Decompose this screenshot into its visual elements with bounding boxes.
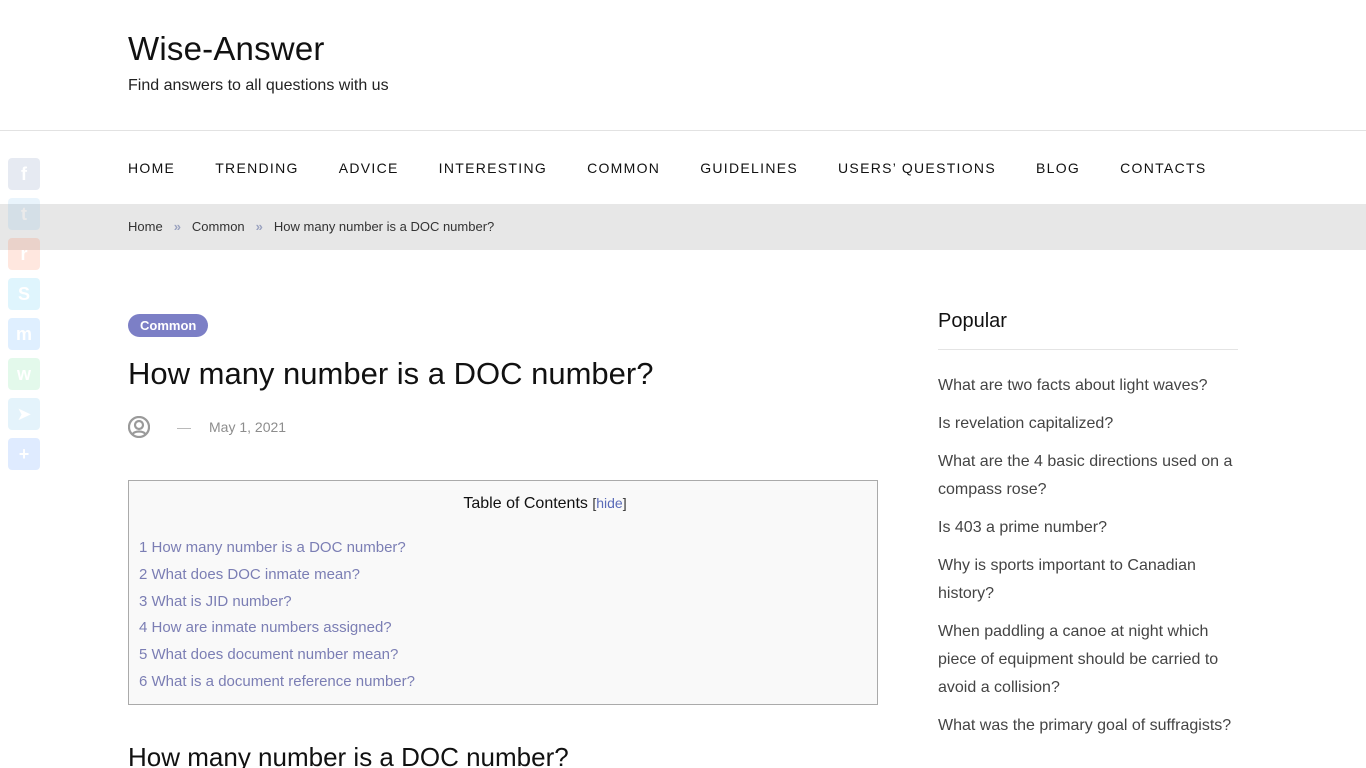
site-title[interactable]: Wise-Answer xyxy=(128,30,325,68)
whatsapp-share-icon[interactable]: w xyxy=(8,358,40,390)
popular-item[interactable]: Is 403 a prime number? xyxy=(938,514,1238,542)
breadcrumb-current: How many number is a DOC number? xyxy=(273,219,495,234)
more-share-icon[interactable]: + xyxy=(8,438,40,470)
site-tagline: Find answers to all questions with us xyxy=(128,77,389,94)
table-of-contents: Table of Contents [hide] 1 How many numb… xyxy=(128,480,878,705)
breadcrumb-separator-icon: » xyxy=(173,219,181,234)
social-share-bar: f t r S m w ➤ + xyxy=(8,158,40,478)
post-date: May 1, 2021 xyxy=(209,419,287,435)
sidebar: Popular What are two facts about light w… xyxy=(938,310,1238,750)
nav-item-interesting[interactable]: INTERESTING xyxy=(439,160,547,176)
popular-item[interactable]: What was the primary goal of suffragists… xyxy=(938,712,1238,740)
site-header: Wise-Answer Find answers to all question… xyxy=(0,0,1366,131)
nav-item-contacts[interactable]: CONTACTS xyxy=(1120,160,1206,176)
popular-item[interactable]: When paddling a canoe at night which pie… xyxy=(938,618,1238,702)
toc-item[interactable]: 3 What is JID number? xyxy=(139,589,415,616)
twitter-share-icon[interactable]: t xyxy=(8,198,40,230)
breadcrumb-common[interactable]: Common xyxy=(192,219,245,234)
toc-header: Table of Contents [hide] xyxy=(129,495,877,513)
toc-item[interactable]: 6 What is a document reference number? xyxy=(139,669,415,696)
toc-item[interactable]: 2 What does DOC inmate mean? xyxy=(139,562,415,589)
breadcrumb-separator-icon: » xyxy=(255,219,263,234)
toc-item[interactable]: 1 How many number is a DOC number? xyxy=(139,535,415,562)
toc-bracket: ] xyxy=(622,495,627,511)
nav-item-guidelines[interactable]: GUIDELINES xyxy=(700,160,798,176)
messenger-share-icon[interactable]: m xyxy=(8,318,40,350)
avatar-icon[interactable] xyxy=(128,416,150,438)
breadcrumb-bar: Home » Common » How many number is a DOC… xyxy=(0,204,1366,250)
popular-widget-title: Popular xyxy=(938,310,1238,350)
section-heading: How many number is a DOC number? xyxy=(128,742,569,768)
category-badge[interactable]: Common xyxy=(128,314,209,337)
toc-title: Table of Contents xyxy=(463,495,588,512)
breadcrumb: Home » Common » How many number is a DOC… xyxy=(128,219,494,234)
meta-separator: — xyxy=(177,419,191,435)
breadcrumb-home[interactable]: Home xyxy=(128,219,163,234)
toc-list: 1 How many number is a DOC number? 2 Wha… xyxy=(139,535,415,696)
nav-item-advice[interactable]: ADVICE xyxy=(339,160,399,176)
facebook-share-icon[interactable]: f xyxy=(8,158,40,190)
popular-item[interactable]: Why is sports important to Canadian hist… xyxy=(938,552,1238,608)
popular-list: What are two facts about light waves? Is… xyxy=(938,372,1238,740)
nav-item-home[interactable]: HOME xyxy=(128,160,175,176)
nav-item-trending[interactable]: TRENDING xyxy=(215,160,299,176)
popular-item[interactable]: What are the 4 basic directions used on … xyxy=(938,448,1238,504)
telegram-share-icon[interactable]: ➤ xyxy=(8,398,40,430)
nav-item-users-questions[interactable]: USERS’ QUESTIONS xyxy=(838,160,996,176)
nav-item-blog[interactable]: BLOG xyxy=(1036,160,1080,176)
skype-share-icon[interactable]: S xyxy=(8,278,40,310)
reddit-share-icon[interactable]: r xyxy=(8,238,40,270)
post-meta: — May 1, 2021 xyxy=(128,416,286,438)
toc-hide-link[interactable]: hide xyxy=(596,495,622,511)
main-nav: HOME TRENDING ADVICE INTERESTING COMMON … xyxy=(128,131,1246,204)
toc-item[interactable]: 5 What does document number mean? xyxy=(139,642,415,669)
post-title: How many number is a DOC number? xyxy=(128,356,654,391)
toc-item[interactable]: 4 How are inmate numbers assigned? xyxy=(139,615,415,642)
popular-item[interactable]: Is revelation capitalized? xyxy=(938,410,1238,438)
nav-item-common[interactable]: COMMON xyxy=(587,160,660,176)
toc-toggle: [hide] xyxy=(592,495,626,511)
popular-item[interactable]: What are two facts about light waves? xyxy=(938,372,1238,400)
